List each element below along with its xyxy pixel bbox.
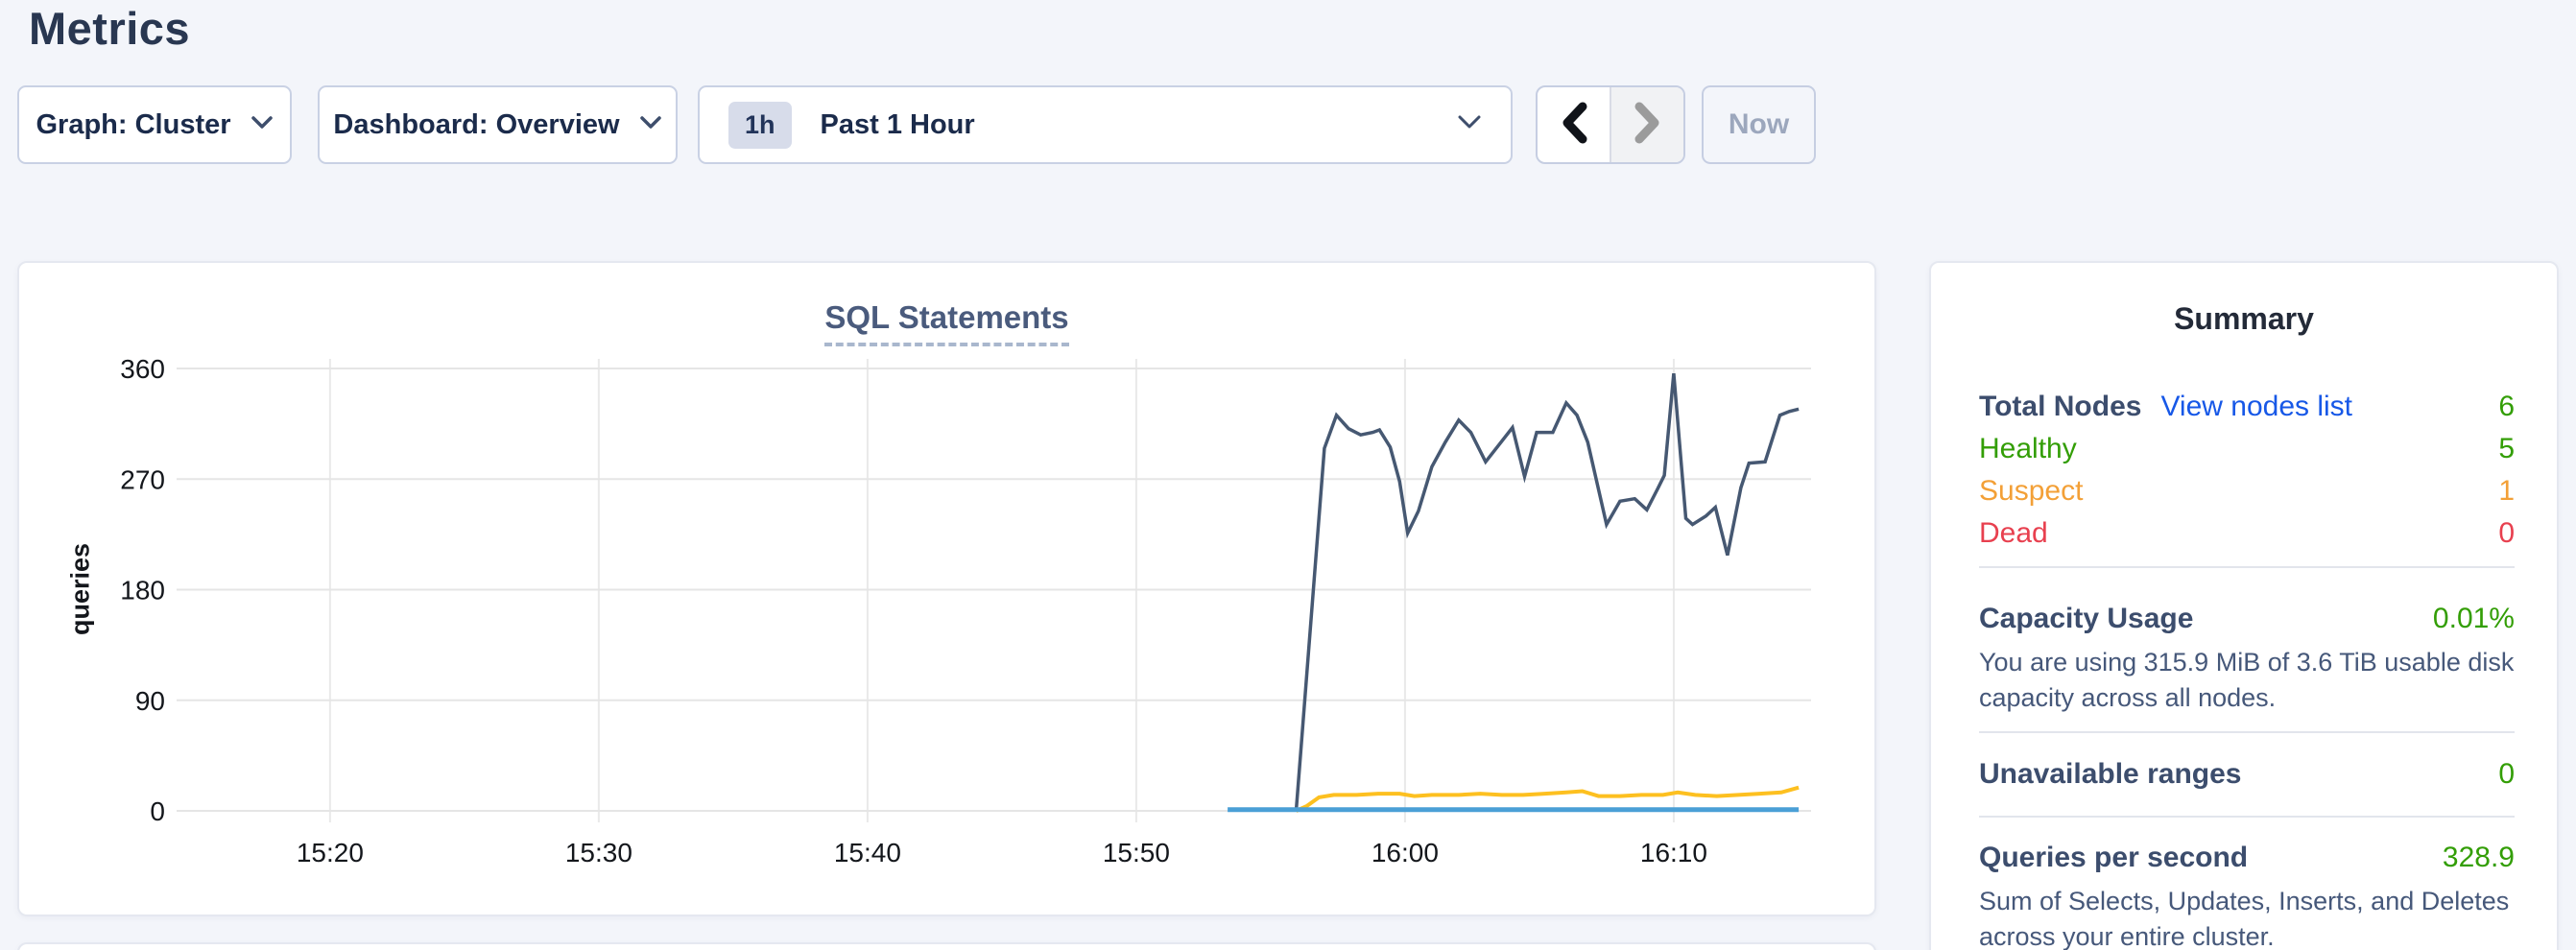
healthy-nodes-value: 5 bbox=[2498, 433, 2515, 465]
dashboard-dropdown-label: Dashboard: Overview bbox=[333, 109, 619, 141]
chevron-right-icon bbox=[1633, 102, 1663, 149]
capacity-usage-value: 0.01% bbox=[2433, 603, 2515, 635]
graph-scope-dropdown[interactable]: Graph: Cluster bbox=[17, 85, 292, 164]
y-tick-label: 360 bbox=[120, 354, 165, 384]
summary-panel: Summary Total Nodes View nodes list 6 He… bbox=[1929, 261, 2559, 950]
metrics-page: Metrics Graph: Cluster Dashboard: Overvi… bbox=[0, 0, 2576, 950]
x-tick-label: 16:10 bbox=[1640, 838, 1707, 867]
queries-per-second-label: Queries per second bbox=[1979, 842, 2248, 874]
y-tick-label: 0 bbox=[150, 796, 165, 826]
x-tick-label: 15:20 bbox=[297, 838, 364, 867]
chevron-down-icon bbox=[1457, 114, 1482, 135]
dashboard-dropdown[interactable]: Dashboard: Overview bbox=[318, 85, 678, 164]
y-tick-label: 180 bbox=[120, 576, 165, 606]
x-tick-label: 15:30 bbox=[565, 838, 632, 867]
healthy-nodes-label: Healthy bbox=[1979, 433, 2077, 465]
suspect-nodes-label: Suspect bbox=[1979, 475, 2083, 508]
chevron-down-icon bbox=[250, 115, 274, 135]
capacity-usage-description: You are using 315.9 MiB of 3.6 TiB usabl… bbox=[1979, 645, 2518, 716]
x-tick-label: 15:40 bbox=[834, 838, 901, 867]
unavailable-ranges-row: Unavailable ranges 0 bbox=[1979, 753, 2515, 796]
summary-divider bbox=[1979, 731, 2515, 733]
sql-statements-chart[interactable]: 0 90 180 270 360 15:20 15:30 15:40 15:50 16:00 16:… bbox=[19, 263, 1878, 918]
time-range-dropdown[interactable]: 1h Past 1 Hour bbox=[698, 85, 1513, 164]
view-nodes-list-link[interactable]: View nodes list bbox=[2160, 391, 2352, 423]
y-tick-label: 90 bbox=[135, 686, 165, 716]
capacity-usage-row: Capacity Usage 0.01% bbox=[1979, 598, 2515, 640]
dead-nodes-value: 0 bbox=[2498, 517, 2515, 550]
chevron-left-icon bbox=[1559, 102, 1589, 149]
x-tick-label: 16:00 bbox=[1371, 838, 1439, 867]
capacity-usage-label: Capacity Usage bbox=[1979, 603, 2193, 635]
total-nodes-row: Total Nodes View nodes list 6 bbox=[1979, 386, 2515, 428]
unavailable-ranges-value: 0 bbox=[2498, 758, 2515, 791]
unavailable-ranges-label: Unavailable ranges bbox=[1979, 758, 2241, 791]
graph-scope-dropdown-label: Graph: Cluster bbox=[36, 109, 230, 141]
time-range-badge: 1h bbox=[728, 102, 792, 149]
next-chart-card bbox=[17, 942, 1876, 950]
time-range-label: Past 1 Hour bbox=[821, 109, 975, 141]
x-tick-label: 15:50 bbox=[1103, 838, 1170, 867]
suspect-nodes-row: Suspect 1 bbox=[1979, 470, 2515, 512]
now-button[interactable]: Now bbox=[1702, 85, 1816, 164]
dead-nodes-label: Dead bbox=[1979, 517, 2048, 550]
queries-per-second-description: Sum of Selects, Updates, Inserts, and De… bbox=[1979, 884, 2518, 950]
series-total-queries-dark bbox=[1297, 373, 1800, 811]
total-nodes-label: Total Nodes bbox=[1979, 391, 2141, 423]
chevron-down-icon bbox=[639, 115, 662, 135]
prev-time-window-button[interactable] bbox=[1538, 87, 1610, 162]
sql-statements-chart-card: SQL Statements queries 09018027036015:20… bbox=[17, 261, 1876, 916]
healthy-nodes-row: Healthy 5 bbox=[1979, 428, 2515, 470]
next-time-window-button[interactable] bbox=[1610, 87, 1683, 162]
queries-per-second-value: 328.9 bbox=[2443, 842, 2515, 874]
page-title: Metrics bbox=[29, 2, 190, 55]
y-tick-label: 270 bbox=[120, 464, 165, 494]
dead-nodes-row: Dead 0 bbox=[1979, 512, 2515, 555]
summary-divider bbox=[1979, 816, 2515, 818]
suspect-nodes-value: 1 bbox=[2498, 475, 2515, 508]
time-window-nav bbox=[1536, 85, 1685, 164]
total-nodes-value: 6 bbox=[2498, 391, 2515, 423]
summary-divider bbox=[1979, 566, 2515, 568]
queries-per-second-row: Queries per second 328.9 bbox=[1979, 837, 2515, 879]
summary-title: Summary bbox=[1931, 301, 2557, 337]
